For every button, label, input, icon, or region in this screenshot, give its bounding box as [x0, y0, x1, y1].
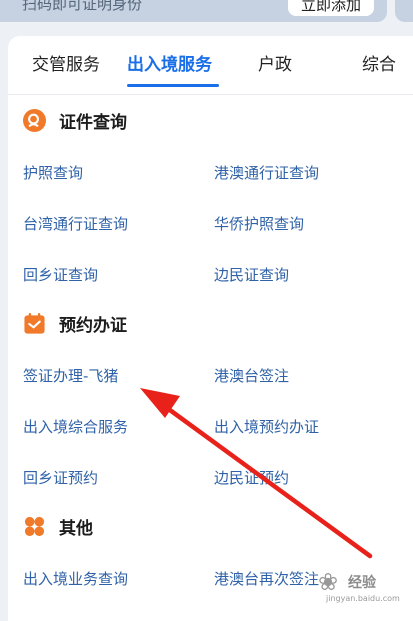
search-icon — [23, 109, 46, 132]
link-taiwan-permit-query[interactable]: 台湾通行证查询 — [23, 213, 128, 234]
link-home-return-appointment[interactable]: 回乡证预约 — [23, 467, 98, 488]
tab-household[interactable]: 户政 — [258, 50, 292, 75]
section-title-appointment: 预约办证 — [23, 311, 127, 336]
services-panel: 交管服务 出入境服务 户政 综合 证件查询 护照查询 港澳通行证查询 台湾通行证… — [8, 36, 413, 621]
tab-general[interactable]: 综合 — [362, 50, 396, 75]
watermark-text: 经验 — [348, 575, 376, 591]
link-overseas-passport-query[interactable]: 华侨护照查询 — [214, 213, 304, 234]
link-exit-entry-appointment[interactable]: 出入境预约办证 — [214, 416, 319, 437]
link-passport-query[interactable]: 护照查询 — [23, 162, 83, 183]
link-visa-fliggy[interactable]: 签证办理-飞猪 — [23, 365, 118, 386]
link-re-endorsement[interactable]: 港澳台再次签注 — [214, 568, 319, 589]
tabs-divider — [8, 94, 413, 95]
identity-banner: 扫码即可证明身份 立即添加 — [0, 0, 387, 22]
paw-logo-icon: ❀ — [318, 568, 339, 596]
tab-exit-entry[interactable]: 出入境服务 — [127, 50, 212, 75]
link-exit-entry-services[interactable]: 出入境综合服务 — [23, 416, 128, 437]
active-tab-indicator — [127, 84, 219, 87]
link-hk-macau-permit-query[interactable]: 港澳通行证查询 — [214, 162, 319, 183]
section-title-label: 预约办证 — [59, 316, 127, 336]
link-hk-macau-taiwan-endorsement[interactable]: 港澳台签注 — [214, 365, 289, 386]
calendar-icon — [24, 312, 45, 334]
tab-traffic[interactable]: 交管服务 — [32, 50, 100, 75]
service-tabs: 交管服务 出入境服务 户政 综合 — [8, 36, 413, 94]
link-border-resident-permit-query[interactable]: 边民证查询 — [214, 264, 289, 285]
add-now-button[interactable]: 立即添加 — [288, 0, 374, 16]
grid-icon — [24, 516, 45, 537]
link-border-resident-appointment[interactable]: 边民证预约 — [214, 467, 289, 488]
section-title-other: 其他 — [23, 514, 93, 539]
section-title-document-query: 证件查询 — [23, 108, 127, 133]
watermark-url: jingyan.baidu.com — [326, 594, 400, 603]
banner-card-next[interactable] — [395, 0, 413, 22]
watermark: ❀ 经验 jingyan.baidu.com — [318, 566, 410, 610]
link-home-return-permit-query[interactable]: 回乡证查询 — [23, 264, 98, 285]
section-title-label: 其他 — [59, 519, 93, 539]
link-exit-entry-business-query[interactable]: 出入境业务查询 — [23, 568, 128, 589]
banner-hint: 扫码即可证明身份 — [22, 0, 143, 13]
section-title-label: 证件查询 — [59, 113, 127, 133]
